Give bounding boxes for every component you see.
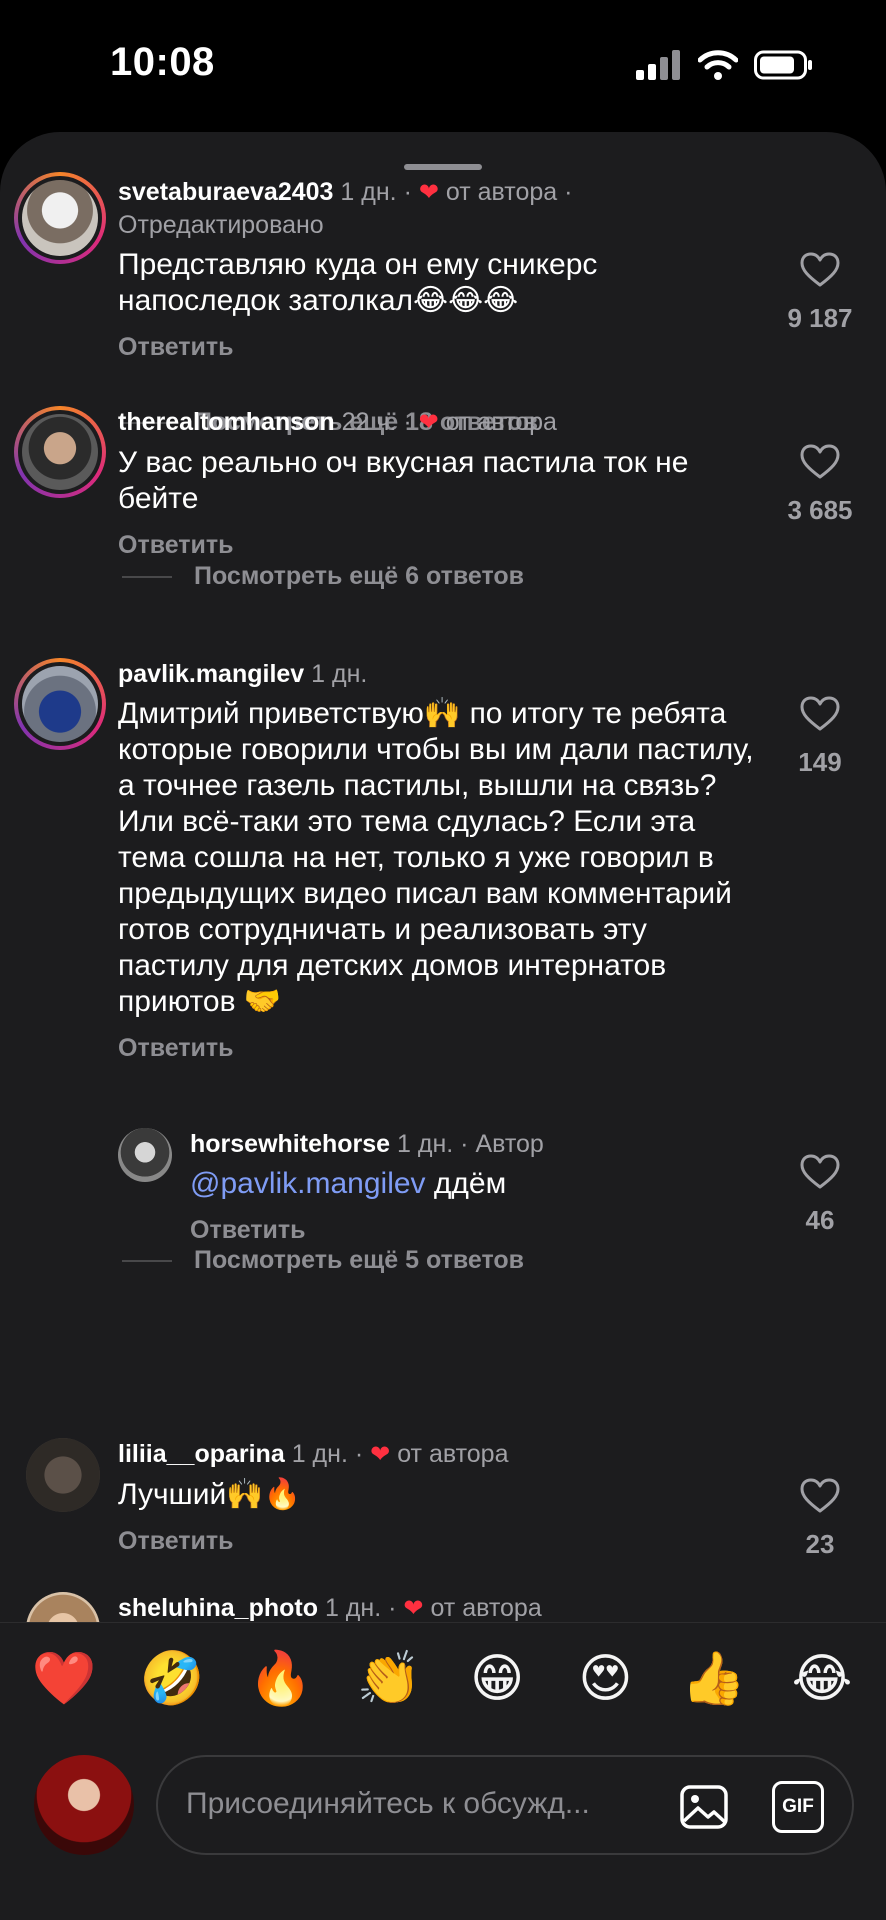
edited-label: Отредактировано [118,211,324,239]
quick-emoji-bar: ❤️ 🤣 🔥 👏 😁 😍 👍 😂 [28,1643,858,1715]
view-more-replies[interactable]: Посмотреть ещё 5 ответов [122,1246,524,1275]
image-icon[interactable] [678,1781,730,1833]
author-like-label: от автора [430,1594,542,1622]
avatar[interactable] [14,406,106,498]
like-count: 3 685 [787,495,853,525]
heart-outline-icon [800,444,840,479]
reply-button[interactable]: Ответить [118,531,758,560]
heart-outline-icon [800,1154,840,1189]
comment-age: 1 дн. [311,660,368,688]
like-button[interactable]: 149 [780,696,860,778]
emoji-joy-button[interactable]: 😂 [786,1643,858,1715]
comment-header: therealtomhanson 22 ч. · ❤ от автора [118,408,557,436]
comment-input[interactable]: Присоединяйтесь к обсужд... GIF [156,1755,854,1855]
emoji-clap-button[interactable]: 👏 [353,1643,425,1715]
comments-list[interactable]: svetaburaeva2403 1 дн. · ❤ от автора · О… [0,132,886,1622]
like-count: 23 [805,1529,835,1559]
comment-text: Лучший🙌🔥 [118,1478,301,1511]
comment-age: 1 дн. [340,178,397,206]
comment-text: Представляю куда он ему сникерс напослед… [118,248,598,317]
comment-input-placeholder: Присоединяйтесь к обсужд... [186,1787,590,1820]
avatar[interactable] [14,172,106,264]
author-like-label: от автора [445,178,558,206]
emoji-rofl-button[interactable]: 🤣 [136,1643,208,1715]
comment-header: sheluhina_photo 1 дн. · ❤ от автора [118,1594,542,1622]
red-heart-icon: ❤ [418,179,439,206]
comment-username[interactable]: liliia__oparina [118,1440,285,1468]
like-button[interactable]: 9 187 [780,252,860,334]
reply-button[interactable]: Ответить [118,1527,758,1556]
comment-username[interactable]: svetaburaeva2403 [118,178,333,206]
status-bar: 10:08 [0,0,886,130]
heart-outline-icon [800,696,840,731]
composer-area: ❤️ 🤣 🔥 👏 😁 😍 👍 😂 Присоединяйтесь к обсуж… [0,1622,886,1920]
my-avatar [34,1755,134,1855]
status-icons [636,50,814,80]
comment-age: 1 дн. [291,1440,348,1468]
comment-username[interactable]: horsewhitehorse [190,1130,390,1158]
comment-age: 22 ч. [341,408,397,436]
wifi-icon [698,50,738,80]
like-count: 46 [805,1205,835,1235]
author-badge: Автор [475,1130,544,1158]
avatar[interactable] [118,1128,172,1182]
reply-button[interactable]: Ответить [118,333,758,362]
comment-header: liliia__oparina 1 дн. · ❤ от автора [118,1440,509,1468]
emoji-fire-button[interactable]: 🔥 [245,1643,317,1715]
comment-header: svetaburaeva2403 1 дн. · ❤ от автора · О… [118,178,573,239]
gif-icon[interactable]: GIF [772,1781,824,1833]
comment-username[interactable]: therealtomhanson [118,408,335,436]
avatar[interactable] [26,1438,100,1512]
comment-header: pavlik.mangilev 1 дн. [118,658,758,690]
like-button[interactable]: 46 [780,1154,860,1236]
emoji-thumbs-up-button[interactable]: 👍 [678,1643,750,1715]
red-heart-icon: ❤ [418,409,439,436]
battery-icon [754,50,812,80]
comment-age: 1 дн. [324,1594,382,1622]
like-count: 149 [798,747,842,777]
heart-outline-icon [800,1478,840,1513]
cellular-signal-icon [636,50,680,80]
comment-age: 1 дн. [397,1130,454,1158]
red-heart-icon: ❤ [403,1595,424,1622]
comment-username[interactable]: pavlik.mangilev [118,660,304,688]
comment-text: @pavlik.mangilev ддём [190,1167,507,1200]
like-button[interactable]: 23 [780,1478,860,1560]
avatar[interactable] [26,1592,100,1622]
comment-composer: Присоединяйтесь к обсужд... GIF [34,1755,854,1855]
reply-button[interactable]: Ответить [190,1216,750,1245]
emoji-heart-button[interactable]: ❤️ [28,1643,100,1715]
emoji-heart-eyes-button[interactable]: 😍 [569,1643,641,1715]
reply-button[interactable]: Ответить [118,1034,758,1063]
emoji-grin-button[interactable]: 😁 [461,1643,533,1715]
comments-sheet: svetaburaeva2403 1 дн. · ❤ от автора · О… [0,132,886,1920]
comment-text: Дмитрий приветствую🙌 по итогу те ребята … [118,697,754,1018]
view-more-replies[interactable]: Посмотреть ещё 6 ответов [122,562,524,591]
comment-text: У вас реально оч вкусная пастила ток не … [118,446,689,515]
mention-link[interactable]: @pavlik.mangilev [190,1167,426,1200]
comment-header: horsewhitehorse 1 дн. · Автор [190,1130,544,1158]
heart-outline-icon [800,252,840,287]
comment-username[interactable]: sheluhina_photo [118,1594,318,1622]
like-button[interactable]: 3 685 [780,444,860,526]
status-time: 10:08 [110,40,215,84]
avatar[interactable] [14,658,106,750]
red-heart-icon: ❤ [370,1441,391,1468]
author-like-label: от автора [445,408,557,436]
author-like-label: от автора [397,1440,509,1468]
like-count: 9 187 [787,303,853,333]
